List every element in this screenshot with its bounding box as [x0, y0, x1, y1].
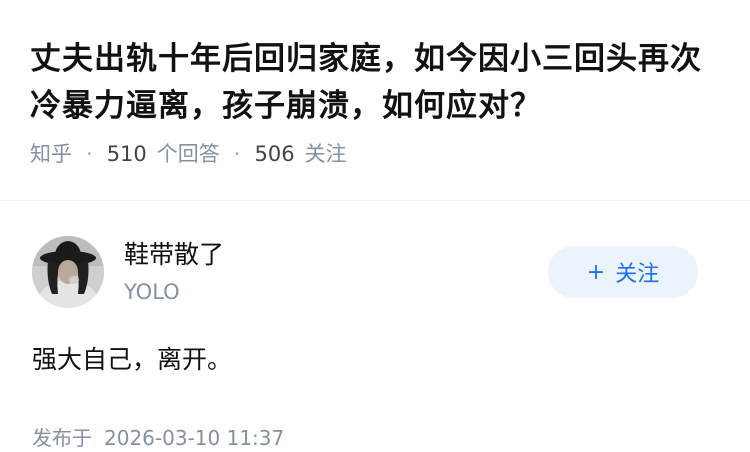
published-label: 发布于 — [32, 426, 92, 450]
answers-label: 个回答 — [156, 142, 220, 166]
follow-button-label: 关注 — [615, 262, 660, 287]
avatar-image — [32, 236, 104, 308]
meta-separator: · — [86, 142, 93, 166]
question-title[interactable]: 丈夫出轨十年后回归家庭，如今因小三回头再次冷暴力逼离，孩子崩溃，如何应对？ — [30, 36, 726, 130]
author-row: 鞋带散了 YOLO + 关注 — [32, 236, 722, 310]
published-time: 2026-03-10 11:37 — [104, 426, 285, 450]
answer-content[interactable]: 强大自己，离开。 — [32, 342, 232, 378]
author-name[interactable]: 鞋带散了 — [124, 238, 224, 272]
avatar[interactable] — [32, 236, 104, 308]
answers-count: 510 — [106, 142, 147, 166]
author-headline: YOLO — [124, 280, 180, 304]
followers-label: 关注 — [304, 142, 347, 166]
publish-info: 发布于 2026-03-10 11:37 — [32, 424, 284, 452]
follow-button[interactable]: + 关注 — [548, 246, 698, 298]
question-meta: 知乎 · 510 个回答 · 506 关注 — [30, 140, 726, 168]
source-label: 知乎 — [30, 142, 72, 166]
plus-icon: + — [586, 259, 606, 285]
followers-count: 506 — [254, 142, 295, 166]
section-divider — [0, 200, 750, 201]
meta-separator: · — [233, 142, 241, 166]
question-header: 丈夫出轨十年后回归家庭，如今因小三回头再次冷暴力逼离，孩子崩溃，如何应对？ 知乎… — [0, 0, 750, 200]
